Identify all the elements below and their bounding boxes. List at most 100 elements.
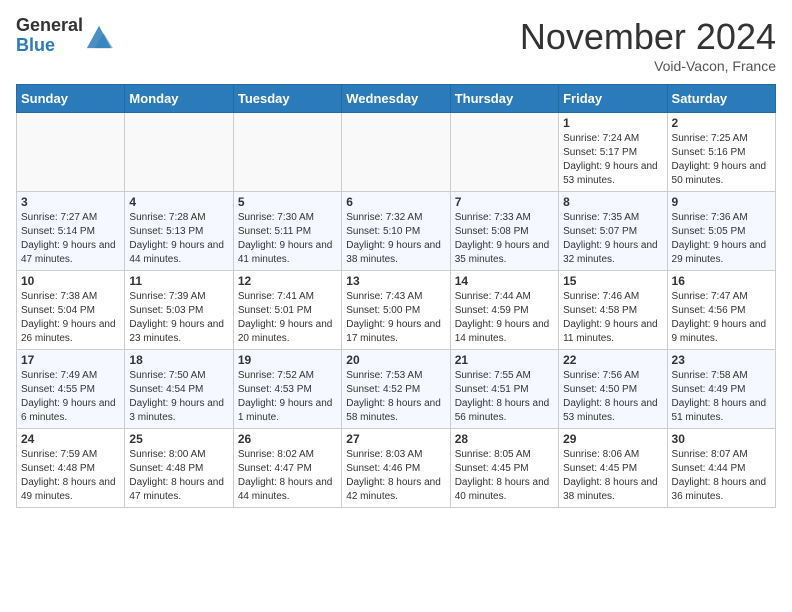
day-number: 18 (129, 353, 228, 367)
day-number: 30 (672, 432, 771, 446)
calendar-day-cell: 18 Sunrise: 7:50 AM Sunset: 4:54 PM Dayli… (125, 350, 233, 429)
day-number: 13 (346, 274, 445, 288)
logo-blue: Blue (16, 36, 83, 56)
calendar-day-cell: 23 Sunrise: 7:58 AM Sunset: 4:49 PM Dayli… (667, 350, 775, 429)
calendar-day-cell: 2 Sunrise: 7:25 AM Sunset: 5:16 PM Daylig… (667, 113, 775, 192)
calendar-header-row: SundayMondayTuesdayWednesdayThursdayFrid… (17, 85, 776, 113)
day-info: Sunrise: 7:28 AM Sunset: 5:13 PM Dayligh… (129, 211, 228, 267)
day-number: 26 (238, 432, 337, 446)
calendar-day-cell (233, 113, 341, 192)
day-number: 19 (238, 353, 337, 367)
logo-icon (85, 22, 113, 50)
day-info: Sunrise: 7:49 AM Sunset: 4:55 PM Dayligh… (21, 369, 120, 425)
calendar-day-cell: 14 Sunrise: 7:44 AM Sunset: 4:59 PM Dayli… (450, 271, 558, 350)
day-info: Sunrise: 8:02 AM Sunset: 4:47 PM Dayligh… (238, 448, 337, 504)
title-area: November 2024 Void-Vacon, France (520, 16, 776, 74)
calendar-week-row: 24Sunrise: 7:59 AM Sunset: 4:48 PM Dayli… (17, 429, 776, 508)
calendar-day-cell: 19 Sunrise: 7:52 AM Sunset: 4:53 PM Dayli… (233, 350, 341, 429)
day-info: Sunrise: 7:53 AM Sunset: 4:52 PM Dayligh… (346, 369, 445, 425)
month-title: November 2024 (520, 16, 776, 58)
day-info: Sunrise: 8:06 AM Sunset: 4:45 PM Dayligh… (563, 448, 662, 504)
day-number: 9 (672, 195, 771, 209)
day-number: 24 (21, 432, 120, 446)
calendar-day-cell: 27 Sunrise: 8:03 AM Sunset: 4:46 PM Dayli… (342, 429, 450, 508)
day-info: Sunrise: 7:41 AM Sunset: 5:01 PM Dayligh… (238, 290, 337, 346)
day-info: Sunrise: 7:36 AM Sunset: 5:05 PM Dayligh… (672, 211, 771, 267)
calendar-day-cell: 8Sunrise: 7:35 AM Sunset: 5:07 PM Daylig… (559, 192, 667, 271)
day-number: 4 (129, 195, 228, 209)
day-info: Sunrise: 7:52 AM Sunset: 4:53 PM Dayligh… (238, 369, 337, 425)
day-number: 14 (455, 274, 554, 288)
calendar-day-cell: 16 Sunrise: 7:47 AM Sunset: 4:56 PM Dayli… (667, 271, 775, 350)
calendar-day-cell: 29 Sunrise: 8:06 AM Sunset: 4:45 PM Dayli… (559, 429, 667, 508)
calendar-day-cell: 10 Sunrise: 7:38 AM Sunset: 5:04 PM Dayli… (17, 271, 125, 350)
calendar-day-cell: 21 Sunrise: 7:55 AM Sunset: 4:51 PM Dayli… (450, 350, 558, 429)
calendar-day-cell: 5 Sunrise: 7:30 AM Sunset: 5:11 PM Daylig… (233, 192, 341, 271)
calendar-week-row: 17 Sunrise: 7:49 AM Sunset: 4:55 PM Dayli… (17, 350, 776, 429)
day-number: 2 (672, 116, 771, 130)
weekday-header: Monday (125, 85, 233, 113)
day-info: Sunrise: 8:05 AM Sunset: 4:45 PM Dayligh… (455, 448, 554, 504)
calendar-day-cell (125, 113, 233, 192)
day-number: 15 (563, 274, 662, 288)
day-number: 3 (21, 195, 120, 209)
day-info: Sunrise: 7:47 AM Sunset: 4:56 PM Dayligh… (672, 290, 771, 346)
day-info: Sunrise: 7:32 AM Sunset: 5:10 PM Dayligh… (346, 211, 445, 267)
day-info: Sunrise: 7:38 AM Sunset: 5:04 PM Dayligh… (21, 290, 120, 346)
day-number: 21 (455, 353, 554, 367)
calendar-day-cell: 12 Sunrise: 7:41 AM Sunset: 5:01 PM Dayli… (233, 271, 341, 350)
day-info: Sunrise: 7:27 AM Sunset: 5:14 PM Dayligh… (21, 211, 120, 267)
day-number: 11 (129, 274, 228, 288)
weekday-header: Wednesday (342, 85, 450, 113)
calendar-day-cell: 7 Sunrise: 7:33 AM Sunset: 5:08 PM Daylig… (450, 192, 558, 271)
day-info: Sunrise: 7:39 AM Sunset: 5:03 PM Dayligh… (129, 290, 228, 346)
day-number: 1 (563, 116, 662, 130)
calendar-day-cell: 17 Sunrise: 7:49 AM Sunset: 4:55 PM Dayli… (17, 350, 125, 429)
day-info: Sunrise: 8:07 AM Sunset: 4:44 PM Dayligh… (672, 448, 771, 504)
logo: General Blue (16, 16, 113, 56)
day-info: Sunrise: 7:50 AM Sunset: 4:54 PM Dayligh… (129, 369, 228, 425)
day-number: 7 (455, 195, 554, 209)
day-info: Sunrise: 7:44 AM Sunset: 4:59 PM Dayligh… (455, 290, 554, 346)
day-number: 29 (563, 432, 662, 446)
calendar-day-cell (450, 113, 558, 192)
day-info: Sunrise: 7:30 AM Sunset: 5:11 PM Dayligh… (238, 211, 337, 267)
day-number: 16 (672, 274, 771, 288)
calendar-day-cell: 20Sunrise: 7:53 AM Sunset: 4:52 PM Dayli… (342, 350, 450, 429)
calendar-table: SundayMondayTuesdayWednesdayThursdayFrid… (16, 84, 776, 508)
day-number: 17 (21, 353, 120, 367)
day-info: Sunrise: 8:00 AM Sunset: 4:48 PM Dayligh… (129, 448, 228, 504)
calendar-week-row: 3 Sunrise: 7:27 AM Sunset: 5:14 PM Daylig… (17, 192, 776, 271)
calendar-day-cell (342, 113, 450, 192)
page-header: General Blue November 2024 Void-Vacon, F… (16, 16, 776, 74)
calendar-day-cell: 9 Sunrise: 7:36 AM Sunset: 5:05 PM Daylig… (667, 192, 775, 271)
day-number: 27 (346, 432, 445, 446)
weekday-header: Tuesday (233, 85, 341, 113)
day-info: Sunrise: 7:43 AM Sunset: 5:00 PM Dayligh… (346, 290, 445, 346)
day-number: 23 (672, 353, 771, 367)
day-info: Sunrise: 7:35 AM Sunset: 5:07 PM Dayligh… (563, 211, 662, 267)
calendar-week-row: 10 Sunrise: 7:38 AM Sunset: 5:04 PM Dayli… (17, 271, 776, 350)
day-number: 5 (238, 195, 337, 209)
calendar-day-cell: 24Sunrise: 7:59 AM Sunset: 4:48 PM Dayli… (17, 429, 125, 508)
day-info: Sunrise: 7:56 AM Sunset: 4:50 PM Dayligh… (563, 369, 662, 425)
day-info: Sunrise: 7:33 AM Sunset: 5:08 PM Dayligh… (455, 211, 554, 267)
weekday-header: Saturday (667, 85, 775, 113)
day-info: Sunrise: 7:58 AM Sunset: 4:49 PM Dayligh… (672, 369, 771, 425)
calendar-day-cell: 4 Sunrise: 7:28 AM Sunset: 5:13 PM Daylig… (125, 192, 233, 271)
day-number: 22 (563, 353, 662, 367)
calendar-week-row: 1Sunrise: 7:24 AM Sunset: 5:17 PM Daylig… (17, 113, 776, 192)
day-number: 25 (129, 432, 228, 446)
day-number: 12 (238, 274, 337, 288)
calendar-day-cell: 3 Sunrise: 7:27 AM Sunset: 5:14 PM Daylig… (17, 192, 125, 271)
weekday-header: Friday (559, 85, 667, 113)
calendar-day-cell: 11 Sunrise: 7:39 AM Sunset: 5:03 PM Dayli… (125, 271, 233, 350)
calendar-day-cell: 22 Sunrise: 7:56 AM Sunset: 4:50 PM Dayli… (559, 350, 667, 429)
day-info: Sunrise: 8:03 AM Sunset: 4:46 PM Dayligh… (346, 448, 445, 504)
calendar-day-cell: 15Sunrise: 7:46 AM Sunset: 4:58 PM Dayli… (559, 271, 667, 350)
weekday-header: Thursday (450, 85, 558, 113)
day-number: 10 (21, 274, 120, 288)
day-info: Sunrise: 7:25 AM Sunset: 5:16 PM Dayligh… (672, 132, 771, 188)
calendar-day-cell: 30 Sunrise: 8:07 AM Sunset: 4:44 PM Dayli… (667, 429, 775, 508)
day-info: Sunrise: 7:55 AM Sunset: 4:51 PM Dayligh… (455, 369, 554, 425)
